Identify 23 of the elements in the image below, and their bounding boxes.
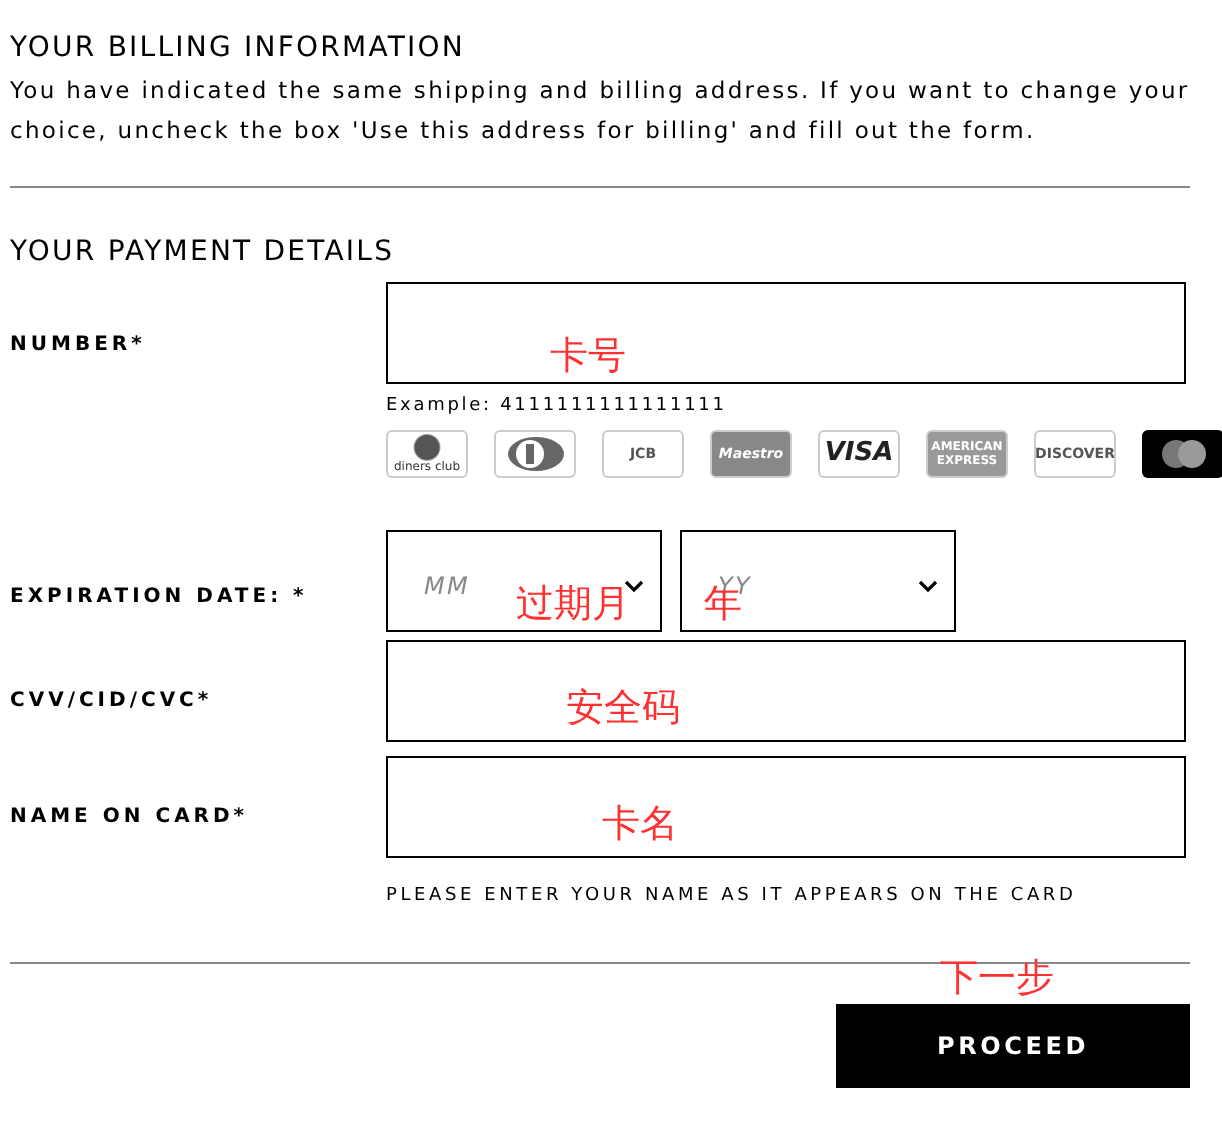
chevron-down-icon (918, 579, 938, 591)
field-label: NAME ON CARD* (10, 806, 249, 828)
card-logo: VISA (818, 430, 900, 478)
section-heading: YOUR PAYMENT DETAILS (10, 234, 397, 270)
chevron-down-icon (624, 579, 644, 591)
field-label: CVV/CID/CVC* (10, 690, 213, 712)
input-field[interactable] (386, 282, 1186, 384)
section-heading: YOUR BILLING INFORMATION (10, 30, 467, 66)
annotation-text: 卡号 (550, 338, 626, 376)
annotation-text: 过期月 (516, 586, 630, 624)
hint-text: PLEASE ENTER YOUR NAME AS IT APPEARS ON THE CARD (386, 884, 1079, 908)
annotation-text: 卡名 (602, 806, 678, 844)
field-label: NUMBER* (10, 334, 146, 356)
card-logo-icon (505, 436, 565, 472)
card-logo (1142, 430, 1222, 478)
example-text: Example: 4111111111111111 (386, 394, 729, 418)
field-label: EXPIRATION DATE: * (10, 586, 308, 608)
input-field[interactable] (386, 640, 1186, 742)
annotation-text: 下一步 (940, 960, 1054, 998)
input-field[interactable] (386, 756, 1186, 858)
annotation-text: 安全码 (566, 690, 680, 728)
proceed-button[interactable]: PROCEED (836, 1004, 1190, 1088)
billing-notice: You have indicated the same shipping and billing address. If you want to change your choice, uncheck the box 'Use this address for billing' and fill out the form. (10, 74, 1190, 148)
